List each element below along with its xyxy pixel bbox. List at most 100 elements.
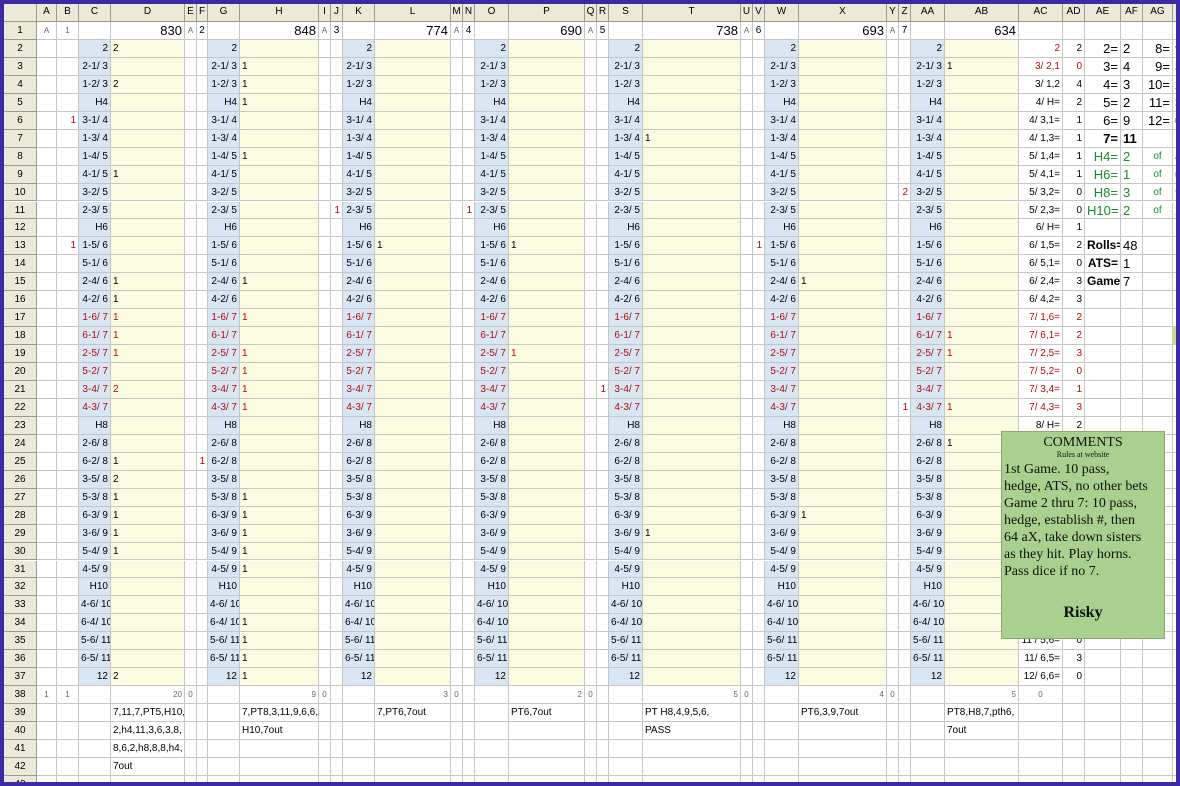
grid-cell[interactable] xyxy=(1085,398,1121,417)
grid-cell[interactable] xyxy=(451,309,463,328)
grid-cell[interactable] xyxy=(1173,740,1176,758)
bet-label[interactable]: 4-5/ 9 xyxy=(475,560,509,579)
grid-cell[interactable] xyxy=(899,596,911,615)
grid-cell[interactable] xyxy=(911,704,945,723)
grid-cell[interactable] xyxy=(111,57,185,76)
column-header[interactable]: B xyxy=(57,4,79,22)
row-header[interactable]: 33 xyxy=(4,596,37,615)
roll-type-label[interactable]: 7/ 3,4= xyxy=(1019,381,1063,399)
grid-cell[interactable] xyxy=(463,291,475,310)
grid-cell[interactable] xyxy=(753,201,765,220)
grid-cell[interactable] xyxy=(375,363,451,381)
grid-cell[interactable] xyxy=(741,237,753,256)
grid-cell[interactable] xyxy=(597,524,609,543)
grid-cell[interactable] xyxy=(741,183,753,202)
grid-cell[interactable] xyxy=(37,452,57,471)
grid-cell[interactable] xyxy=(911,775,945,782)
column-header[interactable]: E xyxy=(185,4,197,22)
grid-cell[interactable] xyxy=(197,291,208,310)
grid-cell[interactable] xyxy=(197,470,208,489)
grid-cell[interactable] xyxy=(899,632,911,651)
game-total[interactable]: 830 xyxy=(111,22,185,40)
grid-cell[interactable] xyxy=(509,165,585,184)
grid-cell[interactable] xyxy=(1173,543,1176,561)
grid-cell[interactable] xyxy=(643,650,741,669)
grid-cell[interactable] xyxy=(899,775,911,782)
grid-cell[interactable] xyxy=(799,668,887,687)
grid-cell[interactable] xyxy=(597,596,609,615)
grid-cell[interactable] xyxy=(197,363,208,381)
grid-cell[interactable] xyxy=(597,93,609,112)
roll-count[interactable]: 1 xyxy=(945,327,1019,346)
grid-cell[interactable] xyxy=(463,524,475,543)
bet-label[interactable]: 3-2/ 5 xyxy=(911,183,945,202)
column-header[interactable]: N xyxy=(463,4,475,22)
bet-label[interactable]: 5-4/ 9 xyxy=(208,542,240,561)
grid-cell[interactable] xyxy=(331,488,343,507)
grid-cell[interactable] xyxy=(37,488,57,507)
bet-label[interactable]: 1-6/ 7 xyxy=(79,309,111,328)
grid-cell[interactable] xyxy=(208,757,240,776)
grid-cell[interactable] xyxy=(375,345,451,364)
grid-cell[interactable] xyxy=(1085,291,1121,310)
grid-cell[interactable] xyxy=(37,757,57,776)
grid-cell[interactable] xyxy=(37,722,57,740)
bet-label[interactable]: 2-3/ 5 xyxy=(609,201,643,220)
grid-cell[interactable] xyxy=(741,309,753,328)
grid-cell[interactable] xyxy=(1143,650,1173,669)
grid-cell[interactable] xyxy=(899,291,911,310)
total-label[interactable]: 6= xyxy=(1085,111,1121,130)
grid-cell[interactable] xyxy=(331,147,343,166)
roll-count[interactable]: 1 xyxy=(240,524,319,543)
grid-cell[interactable] xyxy=(1143,309,1173,328)
grid-cell[interactable] xyxy=(463,237,475,256)
grid-cell[interactable] xyxy=(753,416,765,435)
grid-cell[interactable] xyxy=(1173,758,1176,776)
row-header[interactable]: 16 xyxy=(4,291,37,310)
grid-cell[interactable] xyxy=(799,255,887,274)
grid-cell[interactable] xyxy=(643,398,741,417)
bet-label[interactable]: 6-5/ 11 xyxy=(208,650,240,669)
grid-cell[interactable] xyxy=(197,722,208,740)
grid-cell[interactable] xyxy=(185,524,197,543)
bet-label[interactable]: 4-5/ 9 xyxy=(911,560,945,579)
grid-cell[interactable] xyxy=(463,345,475,364)
grid-cell[interactable] xyxy=(240,596,319,615)
grid-cell[interactable] xyxy=(509,578,585,597)
bet-label[interactable]: 5-6/ 11 xyxy=(911,632,945,651)
grid-cell[interactable] xyxy=(753,596,765,615)
bet-label[interactable]: 5-4/ 9 xyxy=(609,542,643,561)
bet-label[interactable]: 3-6/ 9 xyxy=(208,524,240,543)
grid-cell[interactable] xyxy=(451,668,463,687)
grid-cell[interactable] xyxy=(1173,722,1176,740)
grid-cell[interactable] xyxy=(741,345,753,364)
grid-cell[interactable] xyxy=(451,237,463,256)
grid-cell[interactable] xyxy=(197,111,208,130)
bet-label[interactable]: 6-2/ 8 xyxy=(911,452,945,471)
grid-cell[interactable] xyxy=(1121,704,1143,723)
grid-cell[interactable] xyxy=(887,740,899,758)
grid-cell[interactable] xyxy=(375,560,451,579)
grid-cell[interactable] xyxy=(1143,398,1173,417)
grid-cell[interactable] xyxy=(37,704,57,723)
grid-cell[interactable] xyxy=(911,740,945,758)
grid-cell[interactable] xyxy=(899,111,911,130)
total-label[interactable]: 8= xyxy=(1143,39,1173,58)
grid-cell[interactable] xyxy=(463,686,475,705)
grid-cell[interactable] xyxy=(741,416,753,435)
bet-label[interactable]: 6-1/ 7 xyxy=(911,327,945,346)
grid-cell[interactable] xyxy=(597,309,609,328)
grid-cell[interactable] xyxy=(331,39,343,58)
grid-cell[interactable] xyxy=(240,434,319,453)
grid-cell[interactable] xyxy=(753,668,765,687)
grid-cell[interactable] xyxy=(37,524,57,543)
row-header[interactable]: 24 xyxy=(4,434,37,453)
grid-cell[interactable] xyxy=(643,434,741,453)
grid-cell[interactable] xyxy=(375,381,451,399)
grid-cell[interactable] xyxy=(799,327,887,346)
grid-cell[interactable] xyxy=(240,255,319,274)
grid-cell[interactable] xyxy=(57,596,79,615)
bet-label[interactable]: 2-5/ 7 xyxy=(911,345,945,364)
grid-cell[interactable] xyxy=(463,416,475,435)
grid-cell[interactable] xyxy=(1121,381,1143,399)
